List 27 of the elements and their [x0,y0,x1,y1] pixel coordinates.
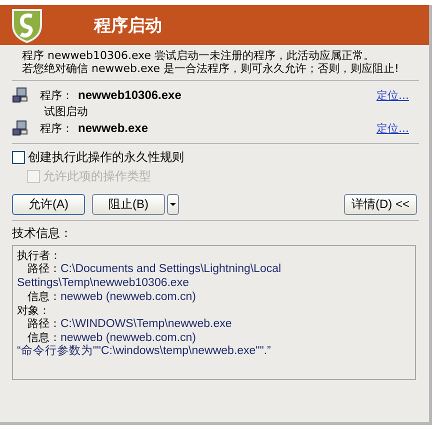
program-label: 程序： [40,88,74,102]
info-line: 信息：newweb (newweb.com.cn) [26,331,198,344]
locate-link[interactable]: 定位... [376,120,409,136]
locate-link[interactable]: 定位... [376,88,409,102]
checkbox-label: 允许此项的操作类型 [43,168,151,185]
program-label: 程序： [40,120,74,136]
info-heading: 对象： [17,304,51,317]
dropdown-button[interactable] [167,194,179,215]
section-title: 技术信息： [12,225,73,242]
computer-icon [12,87,28,103]
details-button[interactable]: 详情(D) << [344,194,417,215]
program-name: newweb.exe [78,121,150,135]
block-button[interactable]: 阻止(B) [92,194,165,215]
dialog-title: 程序启动 [94,14,162,36]
allow-button[interactable]: 允许(A) [12,194,85,215]
shield-logo-icon [10,7,44,43]
info-heading: 执行者： [17,249,62,262]
message-text: 若您绝对确信 newweb.exe 是一合法程序，则可永久允许；否则，则应阻止! [22,62,400,75]
info-line: 路径：C:\WINDOWS\Temp\newweb.exe [26,317,233,331]
info-line: 信息：newweb (newweb.com.cn) [26,290,198,304]
note-text: 试图启动 [43,105,89,118]
info-line: “命令行参数为""C:\windows\temp\newweb.exe"".” [17,345,272,358]
computer-icon [12,120,28,136]
program-name: newweb10306.exe [78,88,182,102]
message-text: 程序 newweb10306.exe 尝试启动一未注册的程序，此活动应属正常。 [22,49,376,62]
checkbox[interactable] [12,151,25,164]
checkbox-label: 创建执行此操作的永久性规则 [28,149,184,166]
